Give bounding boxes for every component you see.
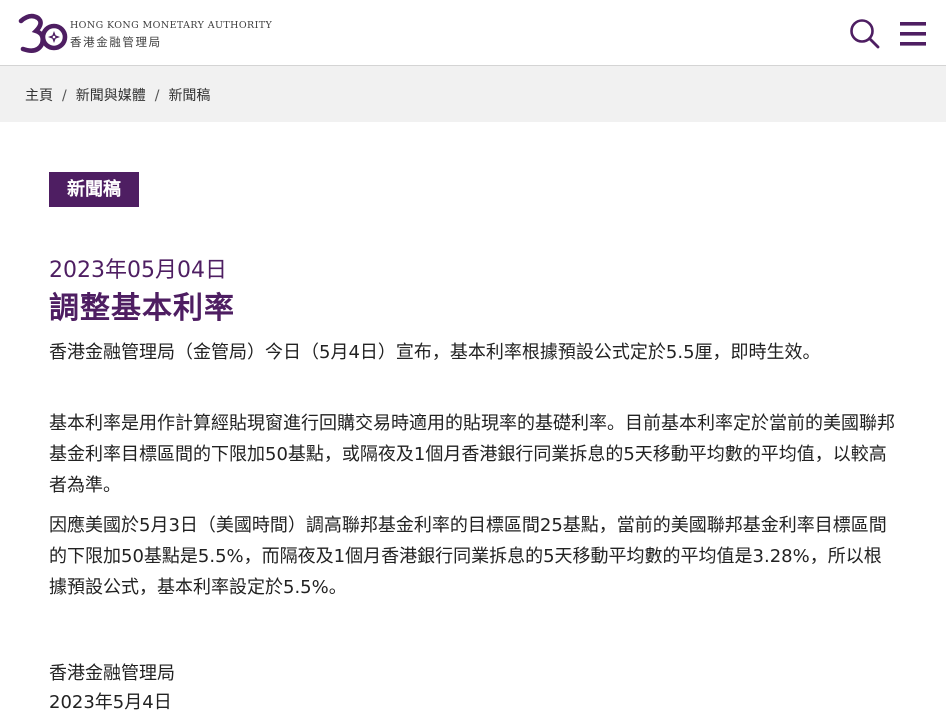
logo-name-chinese: 香港金融管理局 xyxy=(70,35,162,49)
hkma-logo[interactable]: HONG KONG MONETARY AUTHORITY 香港金融管理局 xyxy=(18,12,272,56)
article-paragraph: 香港金融管理局（金管局）今日（5月4日）宣布，基本利率根據預設公式定於5.5厘，… xyxy=(49,342,821,363)
breadcrumb-bar: 主頁 / 新聞與媒體 / 新聞稿 xyxy=(0,66,946,122)
breadcrumb: 主頁 / 新聞與媒體 / 新聞稿 xyxy=(25,85,210,105)
main-menu-button[interactable] xyxy=(898,18,930,50)
breadcrumb-current-page: 新聞稿 xyxy=(168,88,211,104)
article-paragraph: 因應美國於5月3日（美國時間）調高聯邦基金利率的目標區間25基點，當前的美國聯邦… xyxy=(49,515,887,598)
category-tag: 新聞稿 xyxy=(49,172,139,207)
breadcrumb-separator: / xyxy=(62,88,67,104)
breadcrumb-separator: / xyxy=(154,88,160,104)
site-header: HONG KONG MONETARY AUTHORITY 香港金融管理局 xyxy=(0,0,946,66)
signature-organisation: 香港金融管理局 xyxy=(49,663,175,684)
logo-name-english: HONG KONG MONETARY AUTHORITY xyxy=(70,20,273,31)
search-button[interactable] xyxy=(848,17,882,51)
search-icon xyxy=(850,19,880,49)
breadcrumb-home-link[interactable]: 主頁 xyxy=(25,88,53,104)
hamburger-menu-icon xyxy=(900,22,926,46)
article-title: 調整基本利率 xyxy=(49,291,235,326)
article-paragraph: 基本利率是用作計算經貼現窗進行回購交易時適用的貼現率的基礎利率。目前基本利率定於… xyxy=(49,413,895,496)
breadcrumb-news-media-link[interactable]: 新聞與媒體 xyxy=(76,88,146,104)
thirtieth-anniversary-logo-icon xyxy=(18,13,68,53)
article-signature: 香港金融管理局 2023年5月4日 xyxy=(49,659,175,717)
signature-date: 2023年5月4日 xyxy=(49,692,172,713)
article-date: 2023年05月04日 xyxy=(49,258,227,283)
